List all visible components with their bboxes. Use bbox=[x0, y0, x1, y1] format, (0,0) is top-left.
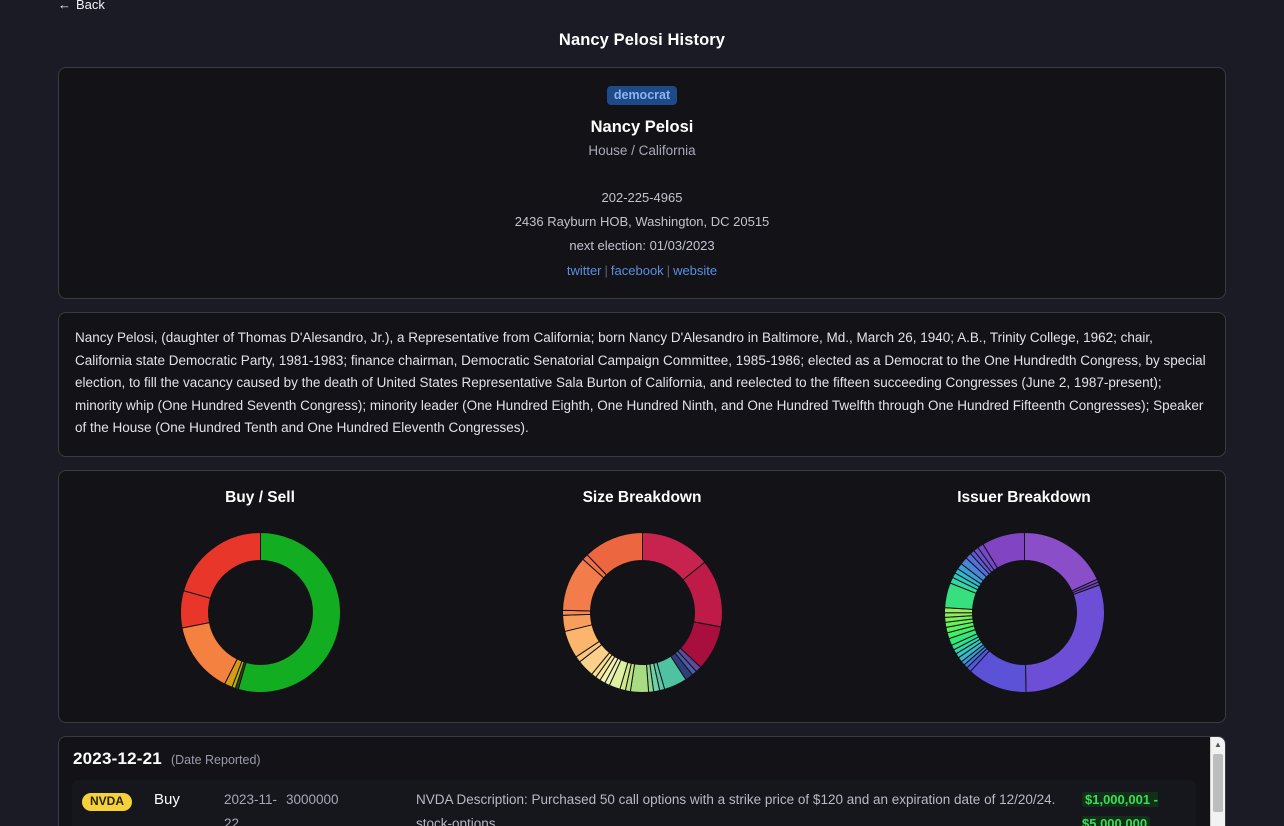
chart-size-breakdown: Size Breakdown bbox=[451, 489, 833, 700]
ticker-badge[interactable]: NVDA bbox=[82, 792, 133, 812]
value-range-badge: $1,000,001 - $5,000,000 bbox=[1082, 791, 1159, 826]
donut-chart-buy-sell[interactable] bbox=[173, 525, 348, 700]
chart-buy-sell: Buy / Sell bbox=[69, 489, 451, 700]
date-reported-note: (Date Reported) bbox=[170, 752, 261, 767]
transactions-scrollbar[interactable]: ▲ bbox=[1210, 736, 1225, 826]
transaction-amount: 3000000 bbox=[286, 791, 339, 807]
website-link[interactable]: website bbox=[673, 263, 717, 278]
link-separator: | bbox=[604, 263, 608, 279]
table-row[interactable]: NVDA Buy 2023-11-22 3000000 NVDA Descrip… bbox=[72, 779, 1196, 826]
next-election: next election: 01/03/2023 bbox=[569, 238, 715, 254]
transaction-date-header: 2023-12-21 (Date Reported) bbox=[72, 749, 1196, 769]
scroll-up-arrow-icon[interactable]: ▲ bbox=[1211, 737, 1225, 752]
scrollbar-thumb[interactable] bbox=[1213, 753, 1223, 812]
donut-slice[interactable] bbox=[1023, 531, 1098, 592]
back-link[interactable]: ← Back bbox=[58, 0, 105, 12]
transaction-description: NVDA Description: Purchased 50 call opti… bbox=[416, 791, 1056, 826]
transaction-date: 2023-11-22 bbox=[224, 791, 278, 826]
party-badge: democrat bbox=[606, 86, 678, 106]
facebook-link[interactable]: facebook bbox=[611, 263, 664, 278]
page-title: Nancy Pelosi History bbox=[558, 31, 726, 49]
donut-slice[interactable] bbox=[1024, 584, 1105, 693]
transaction-type: Buy bbox=[154, 790, 180, 808]
phone-number: 202-225-4965 bbox=[601, 190, 683, 206]
link-separator: | bbox=[666, 263, 671, 279]
donut-slice[interactable] bbox=[180, 621, 238, 685]
transactions-scroll-area: 2023-12-21 (Date Reported) NVDA Buy 2023… bbox=[59, 737, 1210, 826]
social-links: twitter | facebook | website bbox=[79, 263, 1205, 278]
donut-chart-size-breakdown[interactable] bbox=[555, 525, 730, 700]
donut-slice[interactable] bbox=[182, 531, 261, 599]
twitter-link[interactable]: twitter bbox=[567, 263, 602, 278]
page-root: ← Back Nancy Pelosi History democrat Nan… bbox=[0, 0, 1284, 826]
person-chamber-state: House / California bbox=[588, 143, 696, 159]
back-label: Back bbox=[76, 0, 105, 12]
top-bar: ← Back bbox=[0, 0, 1284, 12]
chart-title: Issuer Breakdown bbox=[957, 488, 1091, 506]
arrow-left-icon: ← bbox=[58, 0, 71, 12]
date-reported: 2023-12-21 bbox=[73, 748, 162, 768]
ticker-cell: NVDA bbox=[82, 788, 154, 813]
profile-card: democrat Nancy Pelosi House / California… bbox=[58, 67, 1226, 300]
transactions-card: 2023-12-21 (Date Reported) NVDA Buy 2023… bbox=[58, 735, 1226, 826]
person-name: Nancy Pelosi bbox=[590, 118, 694, 137]
chart-title: Buy / Sell bbox=[225, 488, 295, 506]
donut-chart-issuer-breakdown[interactable] bbox=[937, 525, 1112, 700]
charts-card: Buy / Sell Size Breakdown Issuer Breakdo… bbox=[58, 469, 1226, 723]
biography-text: Nancy Pelosi, (daughter of Thomas D'Ales… bbox=[75, 330, 1206, 436]
transaction-value-cell: $1,000,001 - $5,000,000 bbox=[1082, 788, 1186, 826]
biography-card: Nancy Pelosi, (daughter of Thomas D'Ales… bbox=[58, 312, 1226, 457]
contact-block: 202-225-4965 2436 Rayburn HOB, Washingto… bbox=[79, 190, 1205, 278]
chart-issuer-breakdown: Issuer Breakdown bbox=[833, 489, 1215, 700]
chart-title: Size Breakdown bbox=[582, 488, 702, 506]
office-address: 2436 Rayburn HOB, Washington, DC 20515 bbox=[514, 214, 770, 230]
